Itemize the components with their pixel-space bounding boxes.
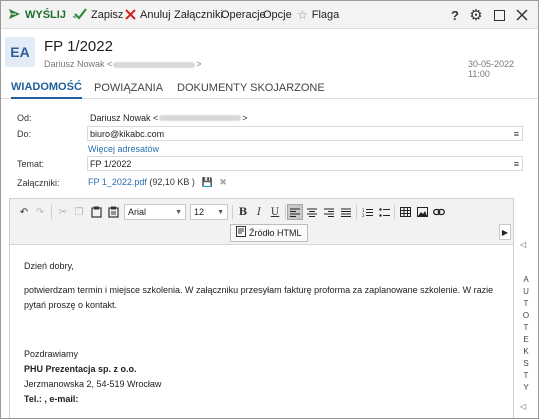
cancel-button[interactable]: Anuluj [125, 1, 171, 29]
paste-text-icon[interactable] [105, 204, 121, 220]
font-size-value: 12 [194, 207, 205, 217]
operations-menu[interactable]: Operacje [221, 1, 266, 29]
signature-address: Jerzmanowska 2, 54-519 Wrocław [24, 379, 162, 389]
body-signoff: Pozdrawiamy [24, 349, 79, 359]
message-date: 30-05-2022 11:00 [468, 59, 515, 79]
tab-message[interactable]: WIADOMOŚĆ [11, 77, 82, 99]
save-label: Zapisz [91, 9, 124, 21]
attachments-menu-label: Załączniki [174, 9, 223, 21]
font-family-value: Arial [128, 207, 147, 217]
bold-button[interactable]: B [235, 204, 251, 220]
redacted-email [113, 61, 196, 68]
collapse-left-icon[interactable]: ◁ [520, 240, 526, 249]
avatar: EA [5, 37, 35, 67]
signature-contact: Tel.: , e-mail: [24, 394, 79, 404]
body-greeting: Dzień dobry, [24, 261, 74, 271]
align-center-icon[interactable] [304, 204, 320, 220]
collapse-left-icon[interactable]: ◁ [520, 402, 526, 411]
attachment-size: (92,10 KB ) [149, 177, 195, 187]
copy-icon[interactable]: ❐ [71, 204, 87, 220]
save-button[interactable]: Zapisz [74, 1, 123, 29]
star-icon: ☆ [297, 8, 308, 22]
signature-company: PHU Prezentacja sp. z o.o. [24, 364, 137, 374]
from-suffix: > [242, 112, 248, 123]
bullet-list-icon[interactable] [376, 204, 392, 220]
rich-text-editor: ↶ ↷ ✂ ❐ Arial ▼ 12 ▼ B I U 1 2 Źródło HT… [9, 198, 514, 418]
cut-icon[interactable]: ✂ [55, 204, 71, 220]
email-compose-window: WYŚLIJ ⌄ Zapisz Anuluj Załączniki Operac… [0, 0, 539, 419]
window-close-button[interactable] [511, 1, 533, 29]
options-menu[interactable]: Opcje [263, 1, 292, 29]
cancel-label: Anuluj [140, 9, 171, 21]
hamburger-menu-icon[interactable]: ≡ [514, 159, 519, 169]
gear-icon[interactable]: ⚙ [465, 1, 487, 29]
chevron-down-icon: ▼ [175, 208, 182, 216]
font-family-select[interactable]: Arial ▼ [124, 204, 186, 220]
sender-line: Dariusz Nowak < > [44, 59, 202, 69]
remove-attachment-icon[interactable]: ✖ [219, 177, 227, 187]
font-size-select[interactable]: 12 ▼ [190, 204, 228, 220]
attachments-label: Załączniki: [17, 178, 60, 188]
paste-icon[interactable] [88, 204, 104, 220]
subject-label: Temat: [17, 159, 45, 169]
attachments-menu[interactable]: Załączniki [174, 1, 223, 29]
align-left-icon[interactable] [287, 204, 303, 220]
subject-field[interactable]: FP 1/2022 ≡ [87, 156, 523, 171]
to-value: biuro@kikabc.com [90, 128, 165, 139]
more-recipients-link[interactable]: Więcej adresatów [88, 144, 159, 154]
from-field: Dariusz Nowak < > [87, 110, 523, 125]
source-icon [236, 226, 246, 240]
options-menu-label: Opcje [263, 9, 292, 21]
html-source-label: Źródło HTML [249, 228, 302, 238]
expand-toolbar-icon[interactable]: ▶ [499, 224, 511, 240]
undo-icon[interactable]: ↶ [16, 204, 32, 220]
save-check-icon [74, 7, 87, 23]
attachment-item: FP 1_2022.pdf (92,10 KB ) 💾 ✖ [88, 177, 227, 188]
to-label: Do: [17, 129, 32, 139]
image-icon[interactable] [414, 204, 430, 220]
from-label: Od: [17, 113, 32, 123]
to-field[interactable]: biuro@kikabc.com ≡ [87, 126, 523, 141]
tab-associated-documents[interactable]: DOKUMENTY SKOJARZONE [177, 77, 325, 99]
link-icon[interactable] [431, 204, 447, 220]
maximize-icon [493, 9, 505, 21]
main-toolbar: WYŚLIJ ⌄ Zapisz Anuluj Załączniki Operac… [1, 1, 538, 29]
sender-suffix: > [196, 59, 202, 69]
html-source-button[interactable]: Źródło HTML [230, 224, 308, 242]
align-justify-icon[interactable] [338, 204, 354, 220]
close-icon [125, 8, 136, 23]
underline-button[interactable]: U [267, 204, 283, 220]
italic-button[interactable]: I [251, 204, 267, 220]
maximize-button[interactable] [488, 1, 510, 29]
send-icon [8, 8, 21, 23]
save-attachment-icon[interactable]: 💾 [201, 177, 212, 187]
chevron-down-icon: ▼ [217, 208, 224, 216]
send-label: WYŚLIJ [25, 9, 66, 21]
tab-bar: WIADOMOŚĆ POWIĄZANIA DOKUMENTY SKOJARZON… [1, 77, 538, 99]
send-button[interactable]: WYŚLIJ ⌄ [8, 1, 79, 29]
autotext-vertical-label[interactable]: A U T O T E K S T Y [521, 274, 531, 394]
numbered-list-icon[interactable]: 12 [359, 204, 375, 220]
message-header: EA FP 1/2022 Dariusz Nowak < > 30-05-2022… [1, 29, 538, 79]
redacted-email [159, 114, 242, 121]
operations-menu-label: Operacje [221, 9, 266, 21]
svg-text:2: 2 [362, 213, 365, 217]
table-icon[interactable] [397, 204, 413, 220]
autotext-panel[interactable]: ◁ A U T O T E K S T Y ◁ [514, 198, 538, 418]
sender-name: Dariusz Nowak < [44, 59, 113, 69]
redo-icon[interactable]: ↷ [32, 204, 48, 220]
editor-toolbar: ↶ ↷ ✂ ❐ Arial ▼ 12 ▼ B I U 1 2 Źródło HT… [10, 199, 513, 245]
flag-label: Flaga [311, 9, 340, 21]
hamburger-menu-icon[interactable]: ≡ [514, 129, 519, 139]
subject-value: FP 1/2022 [90, 158, 132, 169]
page-title: FP 1/2022 [44, 38, 113, 55]
align-right-icon[interactable] [321, 204, 337, 220]
tab-relations[interactable]: POWIĄZANIA [94, 77, 163, 99]
attachment-link[interactable]: FP 1_2022.pdf [88, 177, 147, 187]
from-value: Dariusz Nowak < [90, 112, 159, 123]
help-button[interactable]: ? [444, 1, 466, 29]
body-paragraph: potwierdzam termin i miejsce szkolenia. … [24, 285, 494, 310]
flag-button[interactable]: ☆ Flaga [297, 1, 339, 29]
